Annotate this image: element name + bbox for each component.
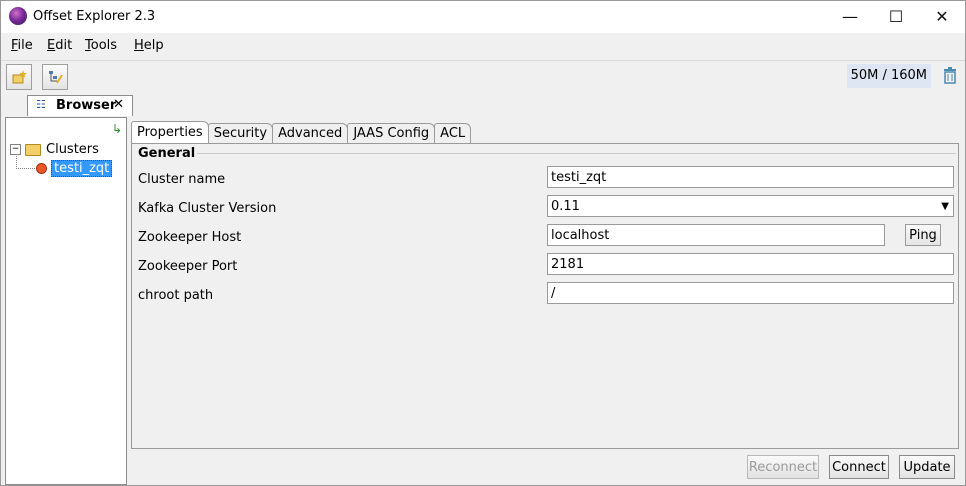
add-cluster-icon xyxy=(12,70,27,84)
group-border xyxy=(138,153,956,154)
dropdown-arrow-icon[interactable]: ▼ xyxy=(941,196,949,218)
minimize-button[interactable]: — xyxy=(827,1,873,31)
cluster-status-icon xyxy=(36,163,47,174)
menu-bar: File Edit Tools Help xyxy=(1,33,965,59)
update-button[interactable]: Update xyxy=(899,455,955,479)
tab-browser[interactable]: ☷ Browser ✕ xyxy=(27,95,133,116)
zookeeper-host-label: Zookeeper Host xyxy=(138,230,242,245)
properties-tabs: Properties Security Advanced JAAS Config… xyxy=(131,121,472,143)
menu-tools[interactable]: Tools xyxy=(85,38,117,53)
menu-file[interactable]: File xyxy=(11,38,33,53)
kafka-version-value: 0.11 xyxy=(551,199,580,214)
window-title: Offset Explorer 2.3 xyxy=(33,9,156,24)
menu-edit[interactable]: Edit xyxy=(47,38,72,53)
reconnect-button[interactable]: Reconnect xyxy=(747,455,819,479)
cluster-properties-panel: Properties Security Advanced JAAS Config… xyxy=(129,117,961,483)
tree-node-clusters-label: Clusters xyxy=(46,142,99,157)
title-bar: Offset Explorer 2.3 — ☐ ✕ xyxy=(1,1,965,33)
tree-connector xyxy=(16,154,37,169)
close-button[interactable]: ✕ xyxy=(919,1,965,31)
document-tab-row: ☷ Browser ✕ xyxy=(1,93,965,116)
tree-node-cluster-label: testi_zqt xyxy=(51,160,113,177)
group-title-general: General xyxy=(138,146,198,161)
chroot-path-label: chroot path xyxy=(138,288,214,303)
tab-browser-label: Browser xyxy=(56,98,117,113)
refresh-tree-icon xyxy=(49,71,63,84)
properties-content: General Cluster name testi_zqt Kafka Clu… xyxy=(131,143,959,449)
app-window: Offset Explorer 2.3 — ☐ ✕ File Edit Tool… xyxy=(0,0,966,486)
browser-tree-icon: ☷ xyxy=(36,98,46,111)
add-cluster-button[interactable] xyxy=(6,64,32,90)
expand-arrow-icon[interactable]: ↳ xyxy=(112,122,122,136)
menu-help[interactable]: Help xyxy=(134,38,164,53)
tab-security[interactable]: Security xyxy=(207,123,274,143)
refresh-tree-button[interactable] xyxy=(42,64,68,90)
toolbar: 50M / 160M xyxy=(1,60,965,94)
maximize-button[interactable]: ☐ xyxy=(873,1,919,31)
cluster-name-field[interactable]: testi_zqt xyxy=(547,166,954,188)
trash-icon xyxy=(944,67,956,84)
chroot-path-field[interactable]: / xyxy=(547,282,954,304)
tab-jaas-config[interactable]: JAAS Config xyxy=(347,123,436,143)
app-logo-icon xyxy=(9,7,27,25)
zookeeper-port-label: Zookeeper Port xyxy=(138,259,238,274)
zookeeper-host-field[interactable]: localhost xyxy=(547,224,885,246)
kafka-version-select[interactable]: 0.11 ▼ xyxy=(547,195,954,217)
ping-button[interactable]: Ping xyxy=(905,224,941,246)
tree-node-cluster[interactable]: testi_zqt xyxy=(36,160,113,177)
garbage-collect-button[interactable] xyxy=(943,66,957,84)
connect-button[interactable]: Connect xyxy=(829,455,889,479)
tab-advanced[interactable]: Advanced xyxy=(272,123,349,143)
zookeeper-port-field[interactable]: 2181 xyxy=(547,253,954,275)
tab-acl[interactable]: ACL xyxy=(434,123,472,143)
tab-close-icon[interactable]: ✕ xyxy=(113,97,124,112)
cluster-tree-panel: ↳ − Clusters testi_zqt xyxy=(5,117,127,485)
tab-properties[interactable]: Properties xyxy=(131,121,209,143)
kafka-version-label: Kafka Cluster Version xyxy=(138,201,277,216)
memory-indicator: 50M / 160M xyxy=(846,64,931,88)
cluster-name-label: Cluster name xyxy=(138,172,226,187)
